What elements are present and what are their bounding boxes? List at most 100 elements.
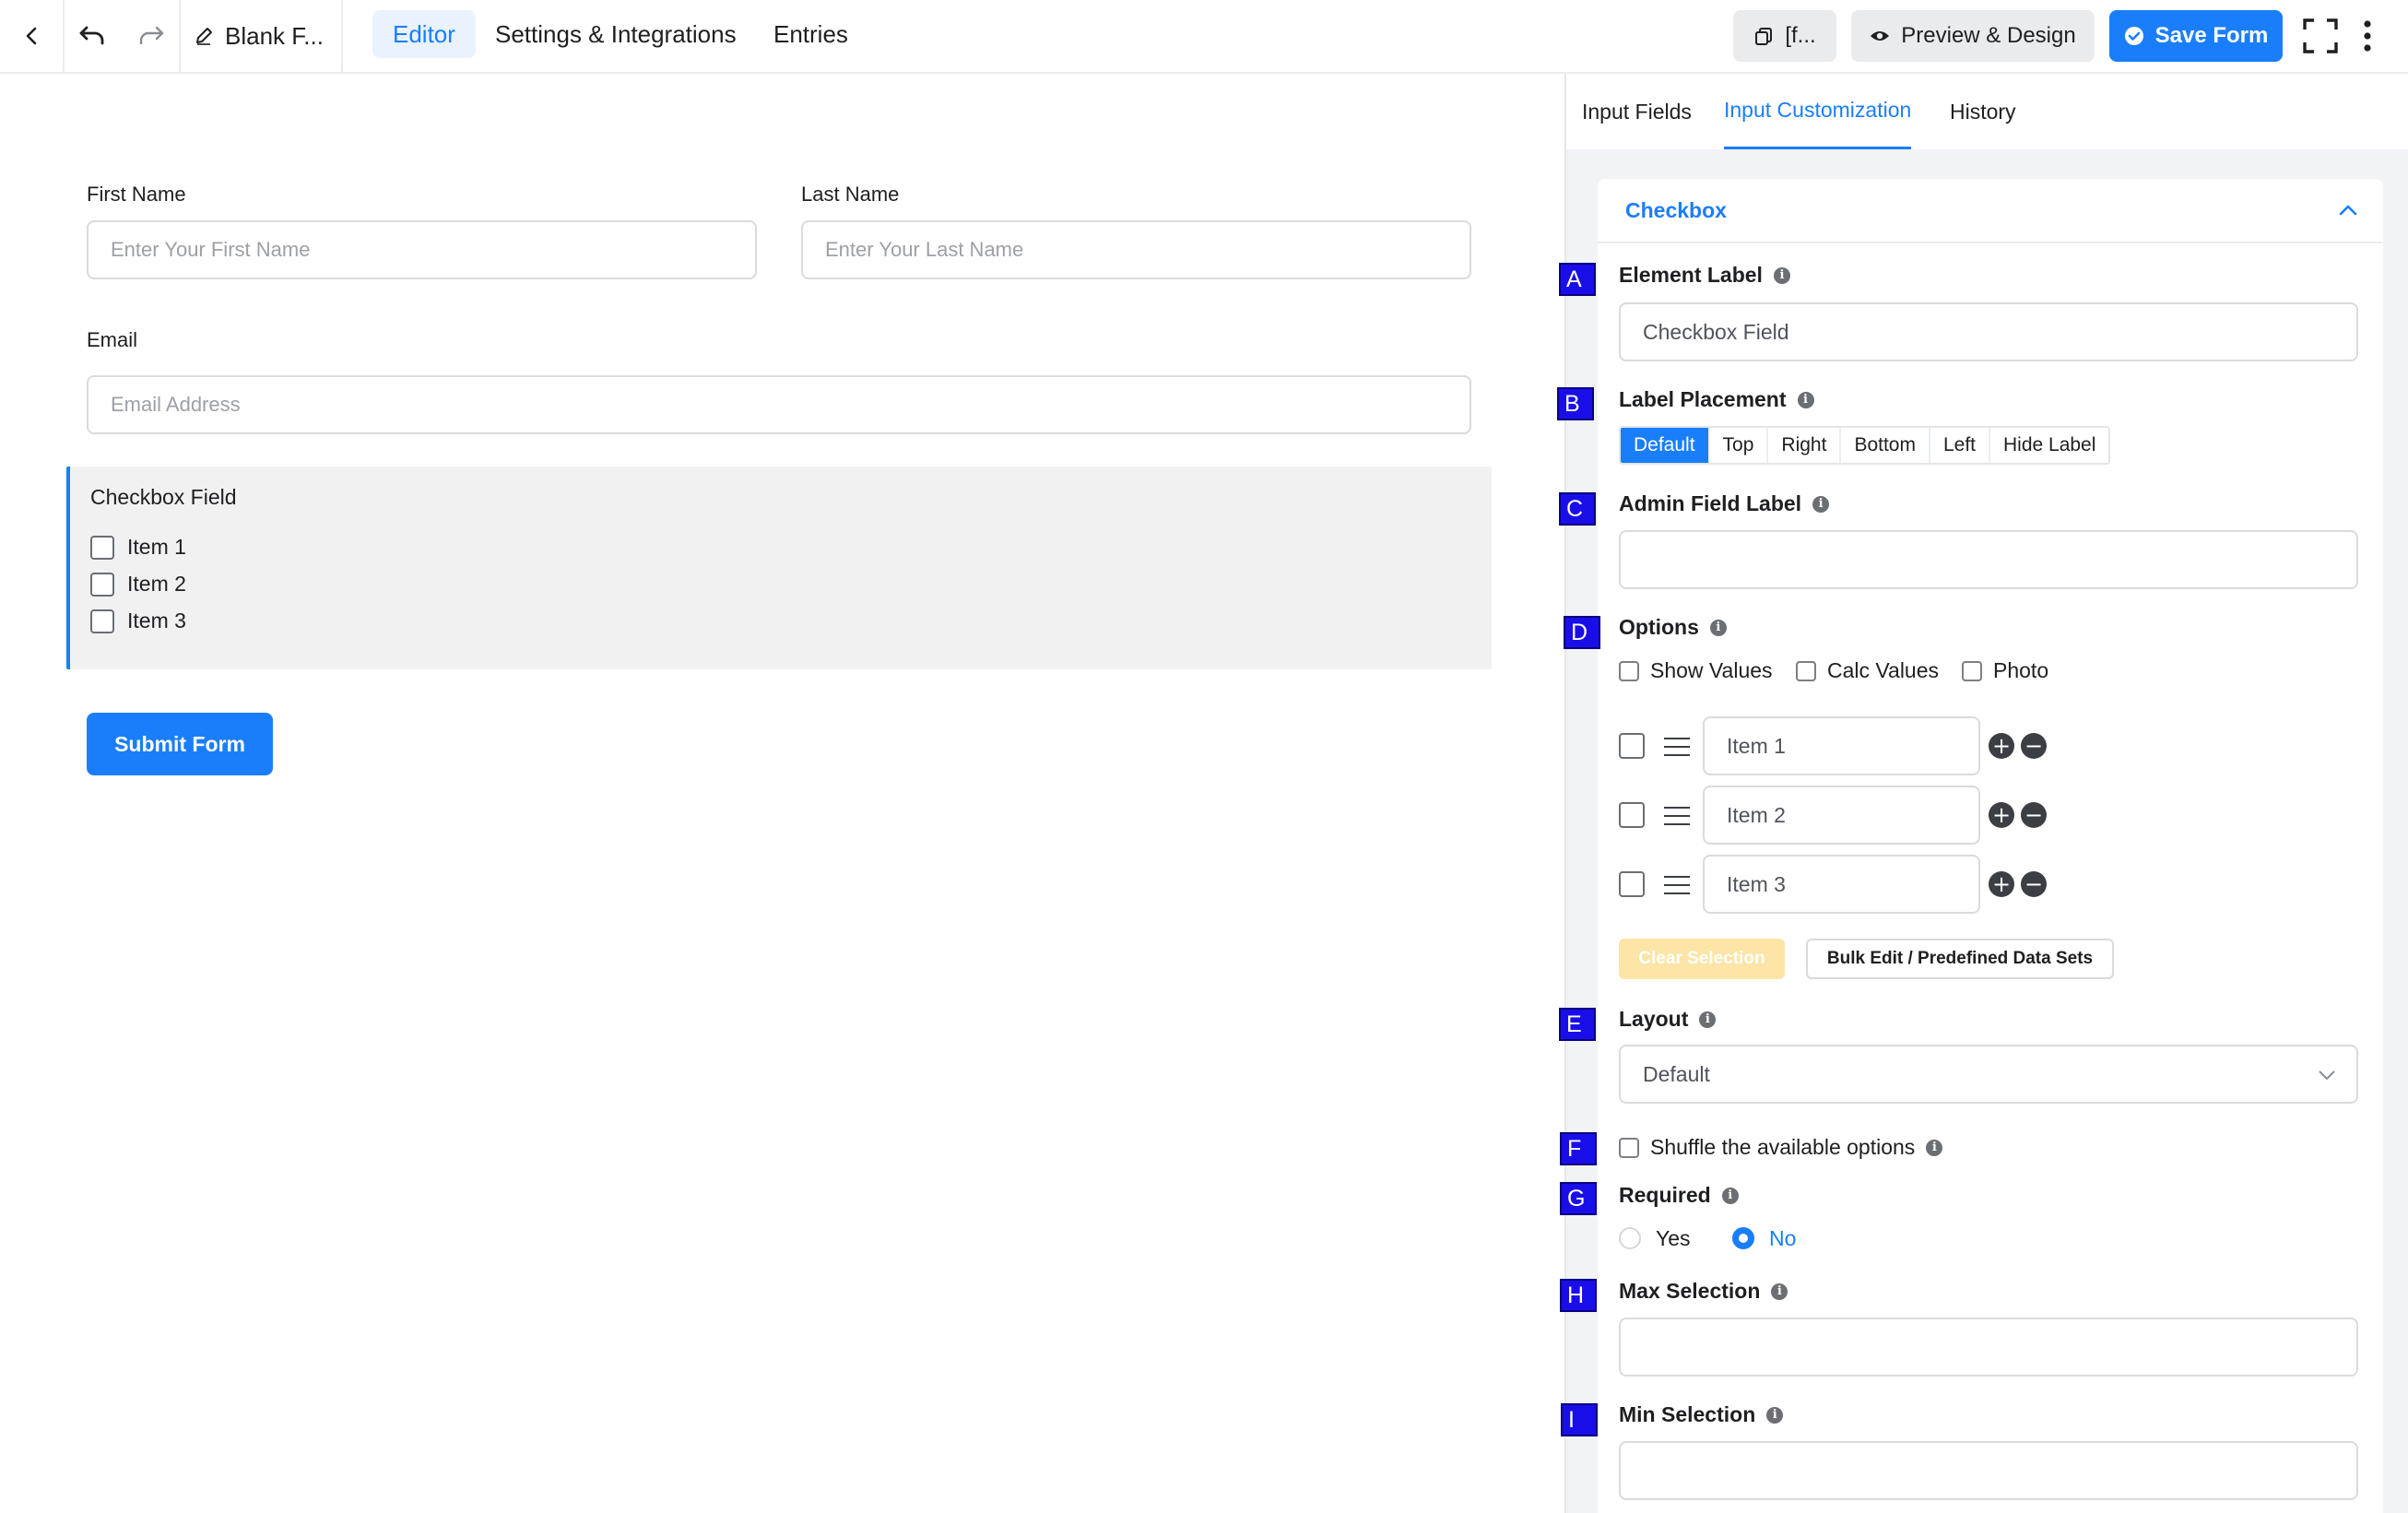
checkbox-item[interactable]: Item 1 bbox=[90, 535, 186, 560]
label-placement-title: Label Placement bbox=[1619, 387, 1787, 411]
admin-field-label-input[interactable] bbox=[1619, 530, 2358, 589]
admin-field-label-heading: Admin Field Label i bbox=[1619, 491, 1830, 516]
checkbox-item[interactable]: Item 2 bbox=[90, 572, 186, 597]
info-icon[interactable]: i bbox=[1773, 266, 1790, 284]
placement-option-default[interactable]: Default bbox=[1621, 428, 1710, 463]
copy-icon bbox=[1755, 28, 1773, 45]
placement-option-hide-label[interactable]: Hide Label bbox=[1990, 428, 2108, 463]
add-option-icon[interactable]: + bbox=[1989, 802, 2014, 828]
redo-button[interactable] bbox=[124, 0, 179, 72]
shuffle-checkbox[interactable] bbox=[1619, 1137, 1639, 1158]
drag-handle-icon[interactable] bbox=[1664, 876, 1690, 894]
checkbox-item-label: Item 1 bbox=[127, 535, 186, 559]
annotation-marker-b: B bbox=[1557, 387, 1594, 420]
save-form-button[interactable]: Save Form bbox=[2109, 10, 2283, 62]
label-placement-selector[interactable]: Default Top Right Bottom Left Hide Label bbox=[1619, 426, 2111, 465]
show-values-checkbox[interactable] bbox=[1619, 660, 1639, 681]
remove-option-icon[interactable]: − bbox=[2021, 733, 2047, 759]
tab-entries[interactable]: Entries bbox=[753, 10, 868, 58]
checkbox-field-preview[interactable]: Checkbox Field Item 1 Item 2 Item 3 bbox=[66, 467, 1492, 669]
placement-option-top[interactable]: Top bbox=[1710, 428, 1769, 463]
photo-toggle[interactable]: Photo bbox=[1962, 658, 2048, 683]
drag-handle-icon[interactable] bbox=[1664, 738, 1690, 756]
layout-select[interactable]: Default bbox=[1619, 1045, 2358, 1104]
info-icon[interactable]: i bbox=[1699, 1011, 1717, 1028]
tab-input-fields[interactable]: Input Fields bbox=[1582, 74, 1692, 149]
option-default-checkbox[interactable] bbox=[1619, 802, 1645, 828]
checkbox-box[interactable] bbox=[90, 535, 114, 560]
calc-values-toggle[interactable]: Calc Values bbox=[1796, 658, 1939, 683]
shuffle-options-toggle[interactable]: Shuffle the available options i bbox=[1619, 1135, 1943, 1160]
undo-button[interactable] bbox=[65, 0, 120, 72]
info-icon[interactable]: i bbox=[1812, 495, 1830, 513]
element-label-input[interactable]: Checkbox Field bbox=[1619, 302, 2358, 361]
section-header[interactable]: Checkbox bbox=[1598, 179, 2383, 243]
checkbox-box[interactable] bbox=[90, 572, 114, 597]
back-button[interactable] bbox=[0, 0, 65, 72]
remove-option-icon[interactable]: − bbox=[2021, 871, 2047, 897]
shortcode-text: [f... bbox=[1785, 23, 1816, 48]
fullscreen-button[interactable] bbox=[2297, 0, 2343, 72]
form-title-text: Blank F... bbox=[225, 21, 324, 50]
more-menu-button[interactable] bbox=[2349, 0, 2386, 72]
option-default-checkbox[interactable] bbox=[1619, 871, 1645, 897]
option-input[interactable]: Item 1 bbox=[1703, 716, 1980, 775]
shortcode-button[interactable]: [f... bbox=[1733, 10, 1836, 62]
element-label-heading: Element Label i bbox=[1619, 263, 1790, 288]
pencil-icon bbox=[196, 28, 212, 45]
add-option-icon[interactable]: + bbox=[1989, 871, 2014, 897]
max-selection-heading: Max Selection i bbox=[1619, 1279, 1788, 1304]
annotation-marker-d: D bbox=[1564, 616, 1600, 649]
last-name-label: Last Name bbox=[801, 183, 900, 206]
info-icon[interactable]: i bbox=[1721, 1187, 1739, 1204]
checkbox-item[interactable]: Item 3 bbox=[90, 609, 186, 633]
chevron-up-icon[interactable] bbox=[2337, 199, 2359, 221]
drag-handle-icon[interactable] bbox=[1664, 807, 1690, 825]
option-input[interactable]: Item 2 bbox=[1703, 786, 1980, 845]
first-name-label: First Name bbox=[87, 183, 186, 206]
option-default-checkbox[interactable] bbox=[1619, 733, 1645, 759]
redo-icon bbox=[139, 26, 164, 45]
submit-form-button[interactable]: Submit Form bbox=[87, 713, 273, 775]
tab-settings-integrations[interactable]: Settings & Integrations bbox=[475, 10, 757, 58]
add-option-icon[interactable]: + bbox=[1989, 733, 2014, 759]
show-values-label: Show Values bbox=[1650, 658, 1773, 682]
show-values-toggle[interactable]: Show Values bbox=[1619, 658, 1773, 683]
info-icon[interactable]: i bbox=[1709, 619, 1727, 636]
remove-option-icon[interactable]: − bbox=[2021, 802, 2047, 828]
tab-history[interactable]: History bbox=[1950, 74, 2016, 149]
preview-design-button[interactable]: Preview & Design bbox=[1851, 10, 2095, 62]
checkbox-box[interactable] bbox=[90, 609, 114, 633]
max-selection-input[interactable] bbox=[1619, 1318, 2358, 1377]
form-title[interactable]: Blank F... bbox=[194, 0, 324, 72]
shuffle-label: Shuffle the available options bbox=[1650, 1135, 1916, 1159]
required-title: Required bbox=[1619, 1183, 1711, 1207]
min-selection-input[interactable] bbox=[1619, 1441, 2358, 1500]
option-input[interactable]: Item 3 bbox=[1703, 855, 1980, 914]
last-name-input[interactable]: Enter Your Last Name bbox=[801, 220, 1471, 279]
info-icon[interactable]: i bbox=[1771, 1283, 1788, 1300]
bulk-edit-button[interactable]: Bulk Edit / Predefined Data Sets bbox=[1806, 939, 2114, 979]
min-selection-heading: Min Selection i bbox=[1619, 1402, 1784, 1427]
calc-values-checkbox[interactable] bbox=[1796, 660, 1816, 681]
info-icon[interactable]: i bbox=[1766, 1406, 1784, 1424]
photo-checkbox[interactable] bbox=[1962, 660, 1982, 681]
placement-option-left[interactable]: Left bbox=[1930, 428, 1990, 463]
kebab-menu-icon bbox=[2364, 20, 2371, 52]
check-circle-icon bbox=[2124, 27, 2143, 45]
email-label: Email bbox=[87, 328, 138, 351]
tab-input-customization[interactable]: Input Customization bbox=[1724, 74, 1912, 149]
info-icon[interactable]: i bbox=[1926, 1139, 1943, 1156]
clear-selection-button[interactable]: Clear Selection bbox=[1619, 939, 1785, 979]
required-no-radio[interactable] bbox=[1732, 1227, 1754, 1249]
first-name-input[interactable]: Enter Your First Name bbox=[87, 220, 757, 279]
email-input[interactable]: Email Address bbox=[87, 375, 1471, 434]
preview-design-label: Preview & Design bbox=[1901, 23, 2076, 48]
required-yes-radio[interactable] bbox=[1619, 1227, 1641, 1249]
fullscreen-icon bbox=[2303, 18, 2338, 53]
placement-option-bottom[interactable]: Bottom bbox=[1841, 428, 1930, 463]
placement-option-right[interactable]: Right bbox=[1768, 428, 1842, 463]
info-icon[interactable]: i bbox=[1797, 391, 1814, 408]
options-title: Options bbox=[1619, 615, 1699, 639]
tab-editor[interactable]: Editor bbox=[372, 10, 476, 58]
